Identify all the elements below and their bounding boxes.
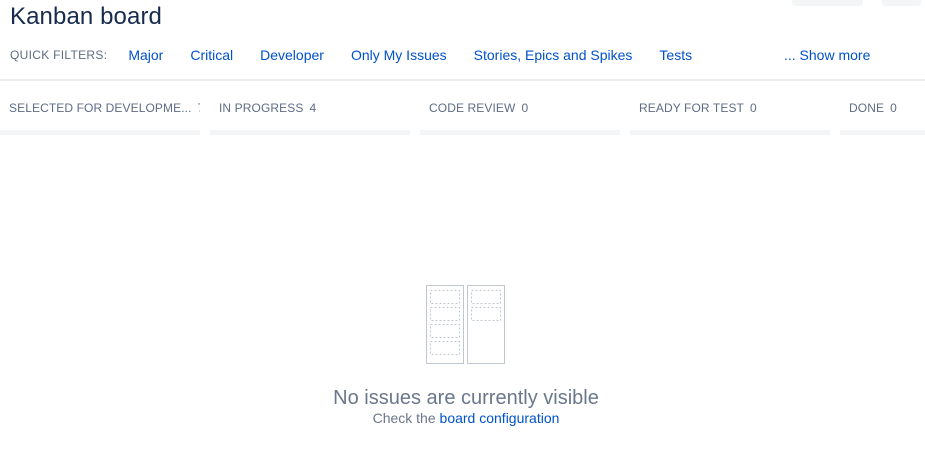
empty-state-subtitle-text: Check the <box>372 410 440 426</box>
column-count: 4 <box>309 101 317 115</box>
board-menu-button[interactable] <box>882 0 921 6</box>
column-bar <box>210 130 410 135</box>
column-bar <box>630 130 830 135</box>
quick-filter-developer[interactable]: Developer <box>260 47 324 63</box>
quick-filter-major[interactable]: Major <box>128 47 163 63</box>
column-count: 7 <box>198 101 200 115</box>
column-title: CODE REVIEW <box>429 101 516 115</box>
column-ready-for-test: READY FOR TEST 0 <box>630 96 830 135</box>
quick-filter-stories-epics-spikes[interactable]: Stories, Epics and Spikes <box>474 47 633 63</box>
board-configuration-link[interactable]: board configuration <box>440 410 560 426</box>
column-title: SELECTED FOR DEVELOPME... <box>9 101 192 115</box>
quick-filters-label: QUICK FILTERS: <box>10 48 108 62</box>
column-done: DONE 0 <box>840 96 925 135</box>
column-title: READY FOR TEST <box>639 101 744 115</box>
column-count: 0 <box>749 101 757 115</box>
quick-filter-only-my-issues[interactable]: Only My Issues <box>351 47 447 63</box>
empty-state-title: No issues are currently visible <box>333 387 599 409</box>
column-bar <box>840 130 925 135</box>
column-bar <box>420 130 620 135</box>
header-divider <box>0 79 925 81</box>
board-columns-header: SELECTED FOR DEVELOPME... 7 IN PROGRESS … <box>0 96 925 136</box>
show-more-filters-link[interactable]: ... Show more <box>784 47 870 63</box>
column-code-review: CODE REVIEW 0 <box>420 96 620 135</box>
column-count: 0 <box>521 101 529 115</box>
page-title: Kanban board <box>10 3 162 30</box>
column-count: 0 <box>890 101 897 115</box>
column-bar <box>0 130 200 135</box>
column-in-progress: IN PROGRESS 4 <box>210 96 410 135</box>
board-action-button[interactable] <box>792 0 863 6</box>
empty-board-icon <box>426 285 505 364</box>
quick-filter-critical[interactable]: Critical <box>190 47 233 63</box>
column-title: DONE <box>849 101 885 115</box>
column-title: IN PROGRESS <box>219 101 304 115</box>
quick-filters-bar: QUICK FILTERS: Major Critical Developer … <box>10 45 910 65</box>
column-selected-for-development: SELECTED FOR DEVELOPME... 7 <box>0 96 200 135</box>
empty-state-subtitle: Check the board configuration <box>0 410 925 426</box>
quick-filter-tests[interactable]: Tests <box>659 47 692 63</box>
